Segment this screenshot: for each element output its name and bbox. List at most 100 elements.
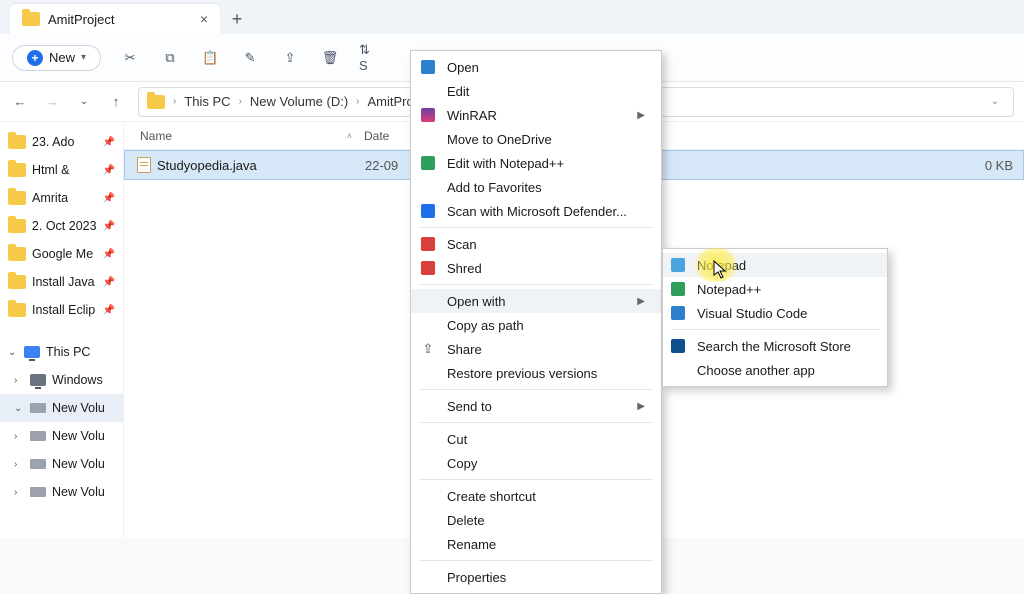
sidebar-item-drive[interactable]: ⌄ New Volu xyxy=(0,394,123,422)
context-menu-label: Notepad xyxy=(697,258,746,273)
sidebar-item-label: Install Eclip xyxy=(32,303,95,317)
shield-icon xyxy=(421,204,435,218)
context-menu-item[interactable]: Edit xyxy=(411,79,661,103)
sidebar-item-label: Amrita xyxy=(32,191,68,205)
sort-icon[interactable]: ⇅ S xyxy=(359,47,381,69)
sidebar-item-quick[interactable]: Amrita 📌 xyxy=(0,184,123,212)
chevron-right-icon: ▶ xyxy=(637,110,645,121)
context-menu-label: Open with xyxy=(447,294,506,309)
folder-icon xyxy=(8,247,26,261)
sidebar: 23. Ado📌Html &📌 Amrita 📌 2. Oct 2023📌Google… xyxy=(0,122,124,538)
folder-icon xyxy=(8,219,26,233)
sidebar-item-thispc[interactable]: ⌄ This PC xyxy=(0,338,123,366)
sidebar-item-quick[interactable]: Install Eclip📌 xyxy=(0,296,123,324)
sidebar-item-label: New Volu xyxy=(52,401,105,415)
context-menu-item[interactable]: Move to OneDrive xyxy=(411,127,661,151)
folder-icon xyxy=(22,12,40,26)
new-label: New xyxy=(49,50,75,65)
chevron-down-icon[interactable]: ⌄ xyxy=(74,92,94,112)
copy-icon[interactable]: ⧉ xyxy=(159,47,181,69)
context-menu-item[interactable]: Notepad xyxy=(663,253,887,277)
folder-icon xyxy=(8,275,26,289)
context-menu-item[interactable]: Copy xyxy=(411,451,661,475)
context-menu-item[interactable]: Edit with Notepad++ xyxy=(411,151,661,175)
sidebar-item-label: New Volu xyxy=(52,485,105,499)
pin-icon: 📌 xyxy=(103,193,115,204)
share-icon: ⇪ xyxy=(423,341,434,357)
sidebar-item-quick[interactable]: Install Java📌 xyxy=(0,268,123,296)
context-menu-item[interactable]: Open with▶ xyxy=(411,289,661,313)
sidebar-item-quick[interactable]: 23. Ado📌 xyxy=(0,128,123,156)
rename-icon[interactable]: ✎ xyxy=(239,47,261,69)
context-menu-label: Restore previous versions xyxy=(447,366,597,381)
sidebar-item-quick[interactable]: 2. Oct 2023📌 xyxy=(0,212,123,240)
context-menu-label: Shred xyxy=(447,261,482,276)
chevron-right-icon[interactable]: › xyxy=(14,431,24,442)
context-menu-item[interactable]: Cut xyxy=(411,427,661,451)
paste-icon[interactable]: 📋 xyxy=(199,47,221,69)
cut-icon[interactable]: ✂ xyxy=(119,47,141,69)
sidebar-item-drive[interactable]: ›Windows xyxy=(0,366,123,394)
sidebar-item-quick[interactable]: Google Me📌 xyxy=(0,240,123,268)
sidebar-item-drive[interactable]: › New Volu xyxy=(0,478,123,506)
context-menu-item[interactable]: Delete xyxy=(411,508,661,532)
chevron-down-icon[interactable]: ⌄ xyxy=(8,347,18,358)
share-icon[interactable]: ⇪ xyxy=(279,47,301,69)
context-menu-item[interactable]: Open xyxy=(411,55,661,79)
chevron-down-icon[interactable]: ⌄ xyxy=(991,96,1005,107)
chevron-right-icon: › xyxy=(173,96,176,107)
nav-back[interactable]: ← xyxy=(10,92,30,112)
breadcrumb-volume[interactable]: New Volume (D:) xyxy=(250,94,348,109)
sidebar-item-label: This PC xyxy=(46,345,90,359)
context-menu-item[interactable]: Visual Studio Code xyxy=(663,301,887,325)
context-menu-item[interactable]: Send to▶ xyxy=(411,394,661,418)
sidebar-item-drive[interactable]: › New Volu xyxy=(0,450,123,478)
folder-icon xyxy=(8,191,26,205)
nav-up[interactable]: ↑ xyxy=(106,92,126,112)
close-icon[interactable]: × xyxy=(200,11,208,27)
drive-icon xyxy=(30,459,46,469)
context-menu-item[interactable]: Choose another app xyxy=(663,358,887,382)
monitor-icon xyxy=(30,374,46,386)
context-menu-item[interactable]: Scan xyxy=(411,232,661,256)
context-menu-label: Notepad++ xyxy=(697,282,761,297)
new-tab-button[interactable]: + xyxy=(220,4,254,34)
context-menu-item[interactable]: WinRAR▶ xyxy=(411,103,661,127)
blank-icon xyxy=(669,361,687,379)
context-menu-label: Edit with Notepad++ xyxy=(447,156,564,171)
context-menu-item[interactable]: Add to Favorites xyxy=(411,175,661,199)
context-menu-item[interactable]: Search the Microsoft Store xyxy=(663,334,887,358)
pin-icon: 📌 xyxy=(103,165,115,176)
tab-active[interactable]: AmitProject × xyxy=(10,4,220,34)
chevron-right-icon[interactable]: ⌄ xyxy=(14,403,24,414)
context-menu-item[interactable]: Restore previous versions xyxy=(411,361,661,385)
chevron-right-icon[interactable]: › xyxy=(14,459,24,470)
mcafee-icon xyxy=(421,261,435,275)
nav-forward[interactable]: → xyxy=(42,92,62,112)
context-menu-label: Properties xyxy=(447,570,506,585)
chevron-right-icon[interactable]: › xyxy=(14,375,24,386)
context-menu-item[interactable]: Rename xyxy=(411,532,661,556)
sidebar-item-drive[interactable]: ›New Volu xyxy=(0,422,123,450)
context-menu-item[interactable]: Create shortcut xyxy=(411,484,661,508)
context-menu-item[interactable]: Shred xyxy=(411,256,661,280)
new-button[interactable]: + New ▾ xyxy=(12,45,101,71)
col-name[interactable]: Name ˄ xyxy=(124,129,364,143)
folder-icon xyxy=(147,95,165,109)
context-menu-label: Visual Studio Code xyxy=(697,306,807,321)
sidebar-item-quick[interactable]: Html &📌 xyxy=(0,156,123,184)
context-menu-item[interactable]: ⇪Share xyxy=(411,337,661,361)
notepad-icon xyxy=(671,258,685,272)
folder-icon xyxy=(8,303,26,317)
notepadpp-icon xyxy=(671,282,685,296)
context-menu-item[interactable]: Scan with Microsoft Defender... xyxy=(411,199,661,223)
breadcrumb-root[interactable]: This PC xyxy=(184,94,230,109)
chevron-right-icon[interactable]: › xyxy=(14,487,24,498)
context-menu-item[interactable]: Properties xyxy=(411,565,661,589)
sidebar-item-label: New Volu xyxy=(52,457,105,471)
delete-icon[interactable]: 🗑 xyxy=(319,47,341,69)
context-menu-item[interactable]: Notepad++ xyxy=(663,277,887,301)
context-menu-label: Add to Favorites xyxy=(447,180,542,195)
file-size: 0 KB xyxy=(963,158,1023,173)
context-menu-item[interactable]: Copy as path xyxy=(411,313,661,337)
